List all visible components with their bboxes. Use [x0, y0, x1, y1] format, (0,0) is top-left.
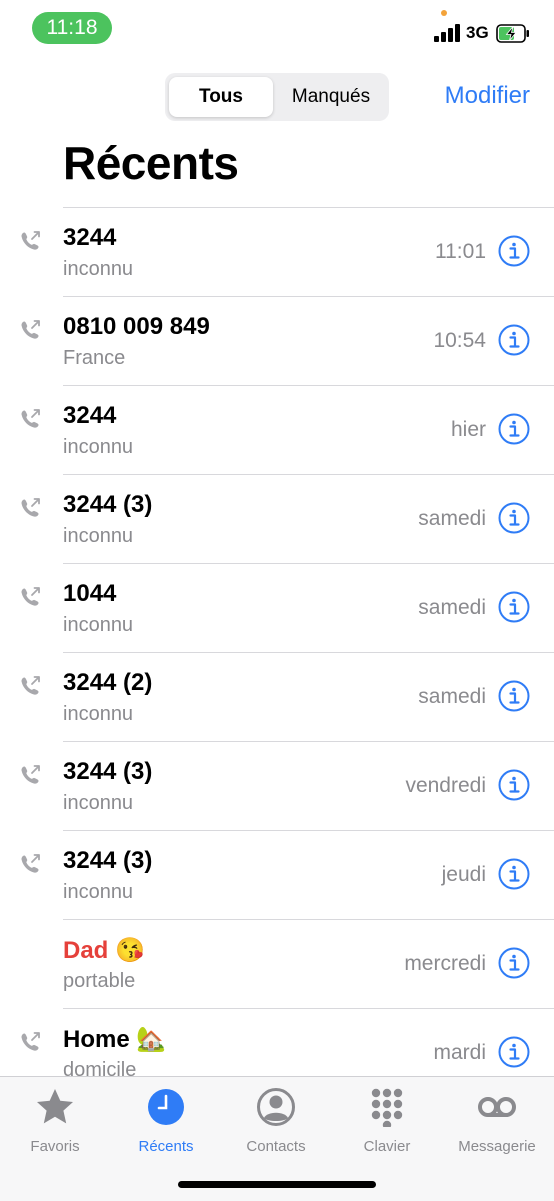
outgoing-call-icon — [21, 854, 40, 873]
call-row[interactable]: 3244 (3) inconnu vendredi — [0, 741, 554, 830]
battery-charging-icon — [496, 24, 529, 43]
row-divider — [63, 385, 554, 386]
caller-name: Home 🏡 — [63, 1026, 167, 1053]
caller-label: inconnu — [63, 436, 134, 458]
call-date: samedi — [418, 507, 486, 530]
row-divider — [63, 1008, 554, 1009]
info-icon[interactable] — [498, 769, 530, 801]
caller-name: 1044 — [63, 580, 117, 607]
tab-label: Messagerie — [458, 1138, 536, 1155]
info-icon[interactable] — [498, 680, 530, 712]
segment-all[interactable]: Tous — [169, 77, 273, 117]
edit-button[interactable]: Modifier — [445, 82, 530, 110]
call-date: samedi — [418, 596, 486, 619]
call-date: 10:54 — [433, 329, 486, 352]
row-divider — [63, 474, 554, 475]
caller-name: 3244 — [63, 224, 117, 251]
outgoing-call-icon — [21, 1032, 40, 1051]
keypad-icon — [371, 1088, 403, 1127]
tab-favorites[interactable]: Favoris — [0, 1085, 110, 1165]
caller-label: France — [63, 347, 126, 369]
network-type: 3G — [466, 23, 489, 42]
clock-icon — [148, 1089, 184, 1125]
row-divider — [63, 563, 554, 564]
page-title: Récents — [63, 137, 239, 189]
outgoing-call-icon — [21, 498, 40, 517]
info-icon[interactable] — [498, 413, 530, 445]
tab-contacts[interactable]: Contacts — [221, 1085, 331, 1165]
tab-voicemail[interactable]: Messagerie — [442, 1085, 552, 1165]
caller-name: 3244 (3) — [63, 491, 153, 518]
star-icon — [37, 1089, 73, 1124]
row-divider — [63, 830, 554, 831]
recent-calls-list: 3244 inconnu 11:01 0810 009 849 France 10:54 3… — [0, 207, 554, 1097]
call-row[interactable]: 0810 009 849 France 10:54 — [0, 296, 554, 385]
outgoing-call-icon — [21, 409, 40, 428]
outgoing-call-icon — [21, 765, 40, 784]
tab-keypad[interactable]: Clavier — [332, 1085, 442, 1165]
row-divider — [63, 207, 554, 208]
caller-name: 3244 — [63, 402, 117, 429]
caller-name: 3244 (3) — [63, 758, 153, 785]
outgoing-call-icon — [21, 676, 40, 695]
caller-name: 0810 009 849 — [63, 313, 210, 340]
call-row[interactable]: 3244 inconnu hier — [0, 385, 554, 474]
caller-label: portable — [63, 970, 136, 992]
call-row[interactable]: Dad 😘 portable mercredi — [0, 919, 554, 1008]
caller-name: Dad 😘 — [63, 937, 145, 964]
tab-recents[interactable]: Récents — [111, 1085, 221, 1165]
person-circle-icon — [257, 1088, 295, 1126]
caller-label: inconnu — [63, 525, 134, 547]
call-date: samedi — [418, 685, 486, 708]
caller-label: inconnu — [63, 614, 134, 636]
info-icon[interactable] — [498, 858, 530, 890]
caller-label: inconnu — [63, 881, 134, 903]
status-time[interactable]: 11:18 — [32, 12, 112, 44]
call-date: vendredi — [405, 774, 486, 797]
row-divider — [63, 919, 554, 920]
caller-name: 3244 (3) — [63, 847, 153, 874]
call-row[interactable]: 3244 (3) inconnu jeudi — [0, 830, 554, 919]
call-date: jeudi — [441, 863, 486, 886]
tab-label: Clavier — [363, 1138, 411, 1155]
caller-label: inconnu — [63, 258, 134, 280]
outgoing-call-icon — [21, 587, 40, 606]
info-icon[interactable] — [498, 591, 530, 623]
call-date: mercredi — [404, 952, 486, 975]
info-icon[interactable] — [498, 502, 530, 534]
caller-label: inconnu — [63, 703, 134, 725]
call-row[interactable]: 3244 inconnu 11:01 — [0, 207, 554, 296]
row-divider — [63, 741, 554, 742]
info-icon[interactable] — [498, 324, 530, 356]
tab-label: Contacts — [246, 1138, 306, 1155]
call-row[interactable]: 3244 (2) inconnu samedi — [0, 652, 554, 741]
privacy-indicator-dot — [441, 10, 447, 16]
info-icon[interactable] — [498, 235, 530, 267]
status-bar: 11:18 3G — [0, 0, 554, 56]
call-row[interactable]: 3244 (3) inconnu samedi — [0, 474, 554, 563]
tab-label: Récents — [138, 1138, 194, 1155]
outgoing-call-icon — [21, 320, 40, 339]
call-date: 11:01 — [435, 240, 486, 263]
row-divider — [63, 652, 554, 653]
caller-label: inconnu — [63, 792, 134, 814]
row-divider — [63, 296, 554, 297]
signal-strength-icon — [434, 24, 462, 42]
home-indicator[interactable] — [178, 1181, 376, 1188]
outgoing-call-icon — [21, 231, 40, 250]
caller-name: 3244 (2) — [63, 669, 153, 696]
info-icon[interactable] — [498, 947, 530, 979]
call-date: hier — [450, 418, 486, 441]
info-icon[interactable] — [498, 1036, 530, 1068]
call-date: mardi — [433, 1041, 486, 1064]
segment-missed[interactable]: Manqués — [277, 77, 385, 117]
call-filter-segmented-control: Tous Manqués — [165, 73, 389, 121]
voicemail-icon — [478, 1097, 516, 1117]
call-row[interactable]: 1044 inconnu samedi — [0, 563, 554, 652]
tab-label: Favoris — [30, 1138, 80, 1155]
